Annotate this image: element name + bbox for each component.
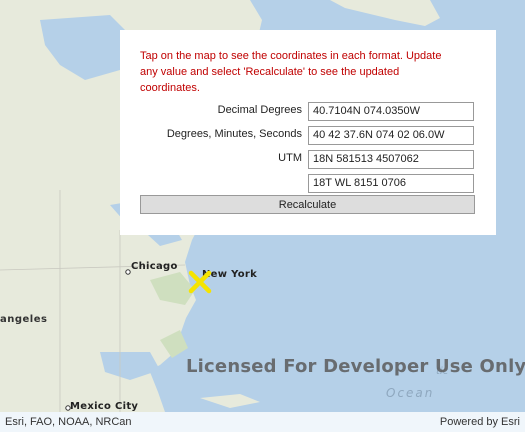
usng-row: 18T WL 8151 0706 [140, 172, 476, 196]
decimal-degrees-label: Decimal Degrees [217, 104, 302, 116]
coordinate-panel: Tap on the map to see the coordinates in… [120, 30, 496, 235]
decimal-degrees-row: Decimal Degrees 40.7104N 074.0350W [140, 100, 476, 124]
usng-input[interactable]: 18T WL 8151 0706 [308, 174, 474, 193]
utm-row: UTM 18N 581513 4507062 [140, 148, 476, 172]
map-label-chicago: Chicago [131, 261, 178, 272]
powered-by-text[interactable]: Powered by Esri [440, 416, 520, 428]
decimal-degrees-input[interactable]: 40.7104N 074.0350W [308, 102, 474, 121]
dms-input[interactable]: 40 42 37.6N 074 02 06.0W [308, 126, 474, 145]
recalculate-button[interactable]: Recalculate [140, 195, 475, 214]
map-label-new-york: New York [202, 269, 258, 280]
attribution-text: Esri, FAO, NOAA, NRCan [5, 416, 132, 428]
map-label-ocean: Ocean [386, 386, 435, 400]
attribution-bar: Esri, FAO, NOAA, NRCan Powered by Esri [0, 412, 525, 432]
dms-row: Degrees, Minutes, Seconds 40 42 37.6N 07… [140, 124, 476, 148]
utm-input[interactable]: 18N 581513 4507062 [308, 150, 474, 169]
dms-label: Degrees, Minutes, Seconds [166, 128, 302, 140]
utm-label: UTM [278, 152, 302, 164]
map-label-los-angeles: angeles [0, 314, 48, 325]
license-watermark: Licensed For Developer Use Only [186, 356, 525, 377]
instructions-text: Tap on the map to see the coordinates in… [140, 50, 442, 94]
map-label-mexico-city: Mexico City [70, 401, 139, 412]
